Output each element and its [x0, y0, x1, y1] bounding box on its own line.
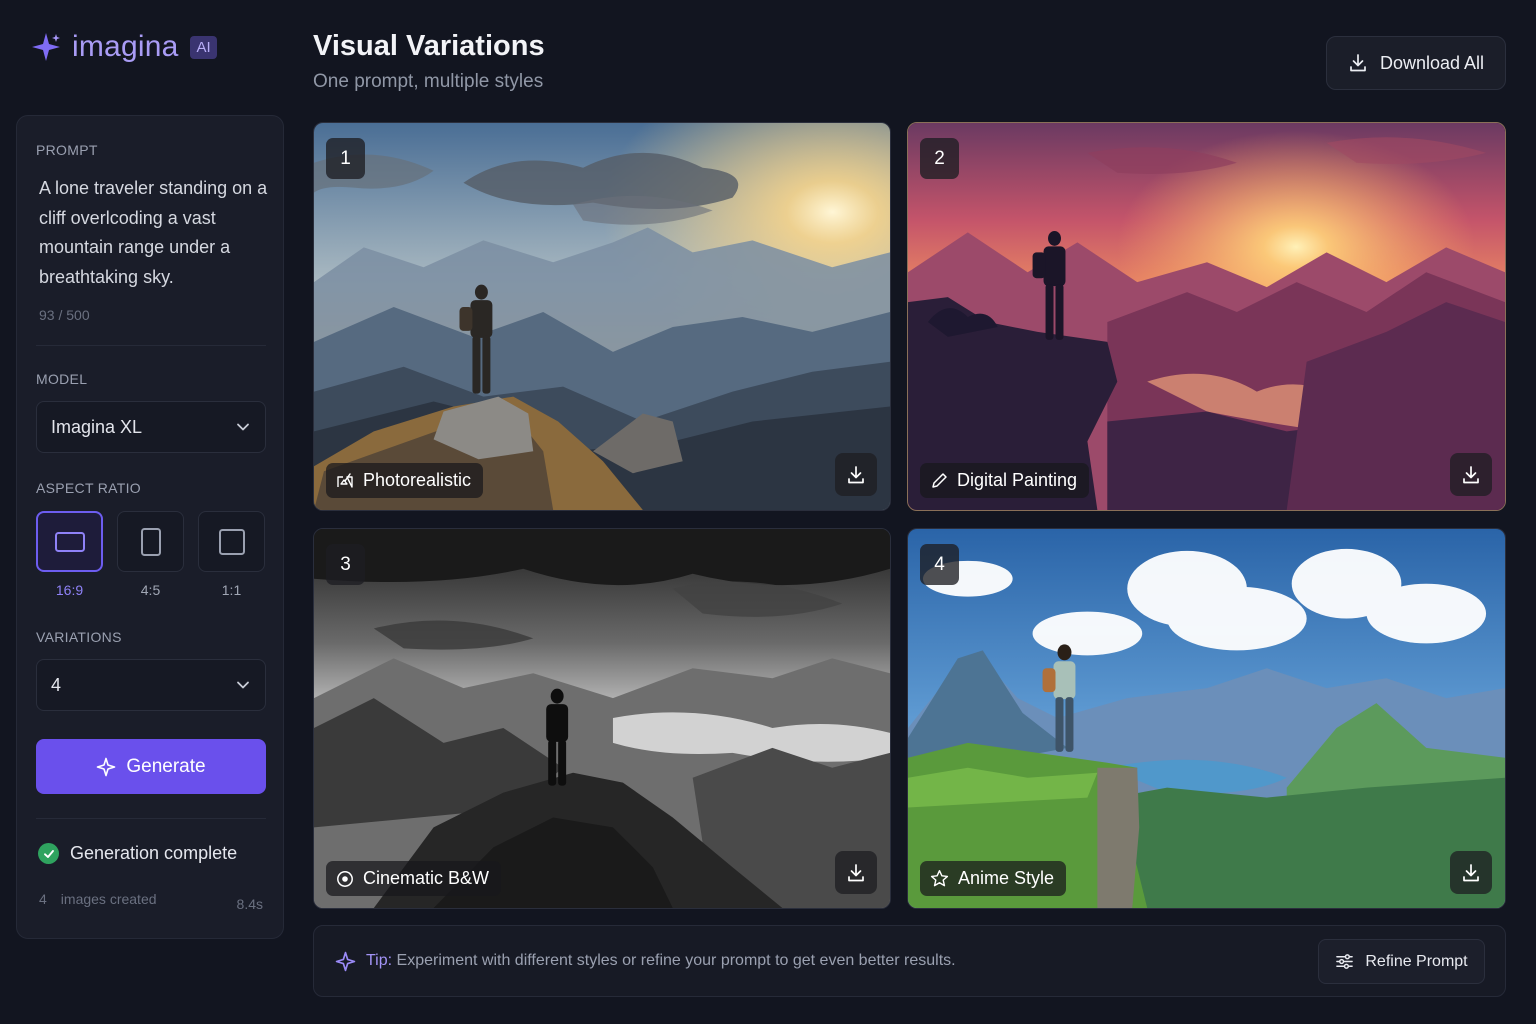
- tip-message: Experiment with different styles or refi…: [396, 952, 956, 969]
- aspect-option-label: 16:9: [55, 582, 84, 598]
- sparkle-logo-icon: [32, 33, 60, 61]
- generate-button[interactable]: Generate: [36, 739, 266, 794]
- film-reel-icon: [337, 870, 353, 887]
- sparkle-icon: [97, 757, 116, 776]
- variation-card-1[interactable]: 1 Photorealistic: [313, 122, 891, 511]
- brush-icon: [932, 472, 947, 488]
- images-created: 4 images created: [39, 891, 157, 907]
- variation-card-4[interactable]: 4 Anime Style: [907, 528, 1506, 909]
- variations-select[interactable]: 4: [36, 659, 266, 711]
- tip-label: Tip:: [366, 952, 393, 969]
- generated-image-anime-style: [908, 529, 1505, 908]
- images-count: 4: [39, 891, 47, 907]
- page-subtitle: One prompt, multiple styles: [313, 71, 544, 92]
- check-circle-icon: [38, 843, 59, 864]
- images-label: images created: [60, 891, 157, 907]
- variation-number: 1: [326, 138, 365, 179]
- aspect-option-label: 4:5: [140, 582, 161, 598]
- status-text: Generation complete: [70, 843, 238, 863]
- divider: [36, 345, 266, 346]
- style-tag: Anime Style: [920, 861, 1067, 896]
- download-all-button[interactable]: Download All: [1326, 36, 1506, 90]
- divider: [36, 818, 266, 819]
- generation-duration: 8.4s: [236, 896, 263, 912]
- prompt-textarea[interactable]: A lone traveler standing on a cliff over…: [39, 174, 269, 292]
- style-label: Anime Style: [958, 868, 1055, 888]
- prompt-label: PROMPT: [36, 142, 98, 158]
- sliders-icon: [1336, 954, 1354, 969]
- brand-name: imagina: [72, 30, 179, 63]
- style-label: Digital Painting: [957, 470, 1078, 490]
- model-value: Imagina XL: [51, 416, 143, 437]
- download-button[interactable]: [1450, 453, 1492, 496]
- download-icon: [848, 863, 864, 881]
- variations-value: 4: [51, 674, 62, 695]
- download-button[interactable]: [835, 851, 877, 894]
- aspect-ratio-label: ASPECT RATIO: [36, 480, 141, 496]
- style-label: Cinematic B&W: [363, 868, 490, 888]
- variation-number: 3: [326, 544, 365, 585]
- variations-label: VARIATIONS: [36, 629, 122, 645]
- page-title: Visual Variations: [313, 30, 545, 62]
- variation-card-2[interactable]: 2 Digital Painting: [907, 122, 1506, 511]
- model-label: MODEL: [36, 371, 88, 387]
- landscape-ratio-icon: [54, 531, 85, 552]
- settings-sidebar: PROMPT A lone traveler standing on a cli…: [16, 115, 284, 939]
- star-icon: [930, 869, 949, 887]
- brand-logo[interactable]: imagina AI: [30, 30, 217, 64]
- aspect-option-16-9[interactable]: [36, 511, 103, 572]
- refine-prompt-button[interactable]: Refine Prompt: [1318, 939, 1485, 984]
- model-select[interactable]: Imagina XL: [36, 401, 266, 453]
- chevron-down-icon: [237, 681, 249, 689]
- generated-image-digital-painting: [908, 123, 1505, 510]
- portrait-ratio-icon: [140, 527, 161, 556]
- style-tag: Digital Painting: [920, 463, 1090, 498]
- variation-number: 2: [920, 138, 959, 179]
- download-icon: [1463, 863, 1479, 881]
- download-icon: [848, 465, 864, 483]
- tip-bar: Tip: Experiment with different styles or…: [313, 925, 1506, 997]
- download-button[interactable]: [1450, 851, 1492, 894]
- aspect-option-1-1[interactable]: [198, 511, 265, 572]
- generate-label: Generate: [126, 755, 206, 777]
- aspect-option-4-5[interactable]: [117, 511, 184, 572]
- download-button[interactable]: [835, 453, 877, 496]
- generated-image-photorealistic: [314, 123, 890, 510]
- chevron-down-icon: [237, 423, 249, 431]
- style-tag: Cinematic B&W: [326, 861, 502, 896]
- char-count: 93 / 500: [39, 307, 90, 323]
- photo-edit-icon: [337, 472, 353, 488]
- download-icon: [1350, 54, 1366, 72]
- generation-status: Generation complete: [38, 843, 237, 864]
- style-label: Photorealistic: [363, 470, 472, 490]
- aspect-option-label: 1:1: [221, 582, 242, 598]
- variation-number: 4: [920, 544, 959, 585]
- variation-card-3[interactable]: 3 Cinematic B&W: [313, 528, 891, 909]
- generated-image-cinematic-bw: [314, 529, 890, 908]
- refine-prompt-label: Refine Prompt: [1365, 952, 1468, 970]
- tip-text: Tip: Experiment with different styles or…: [366, 952, 956, 970]
- download-icon: [1463, 465, 1479, 483]
- sparkle-icon: [335, 951, 356, 972]
- square-ratio-icon: [218, 528, 245, 555]
- download-all-label: Download All: [1379, 52, 1485, 73]
- brand-badge: AI: [190, 35, 217, 59]
- style-tag: Photorealistic: [326, 463, 484, 498]
